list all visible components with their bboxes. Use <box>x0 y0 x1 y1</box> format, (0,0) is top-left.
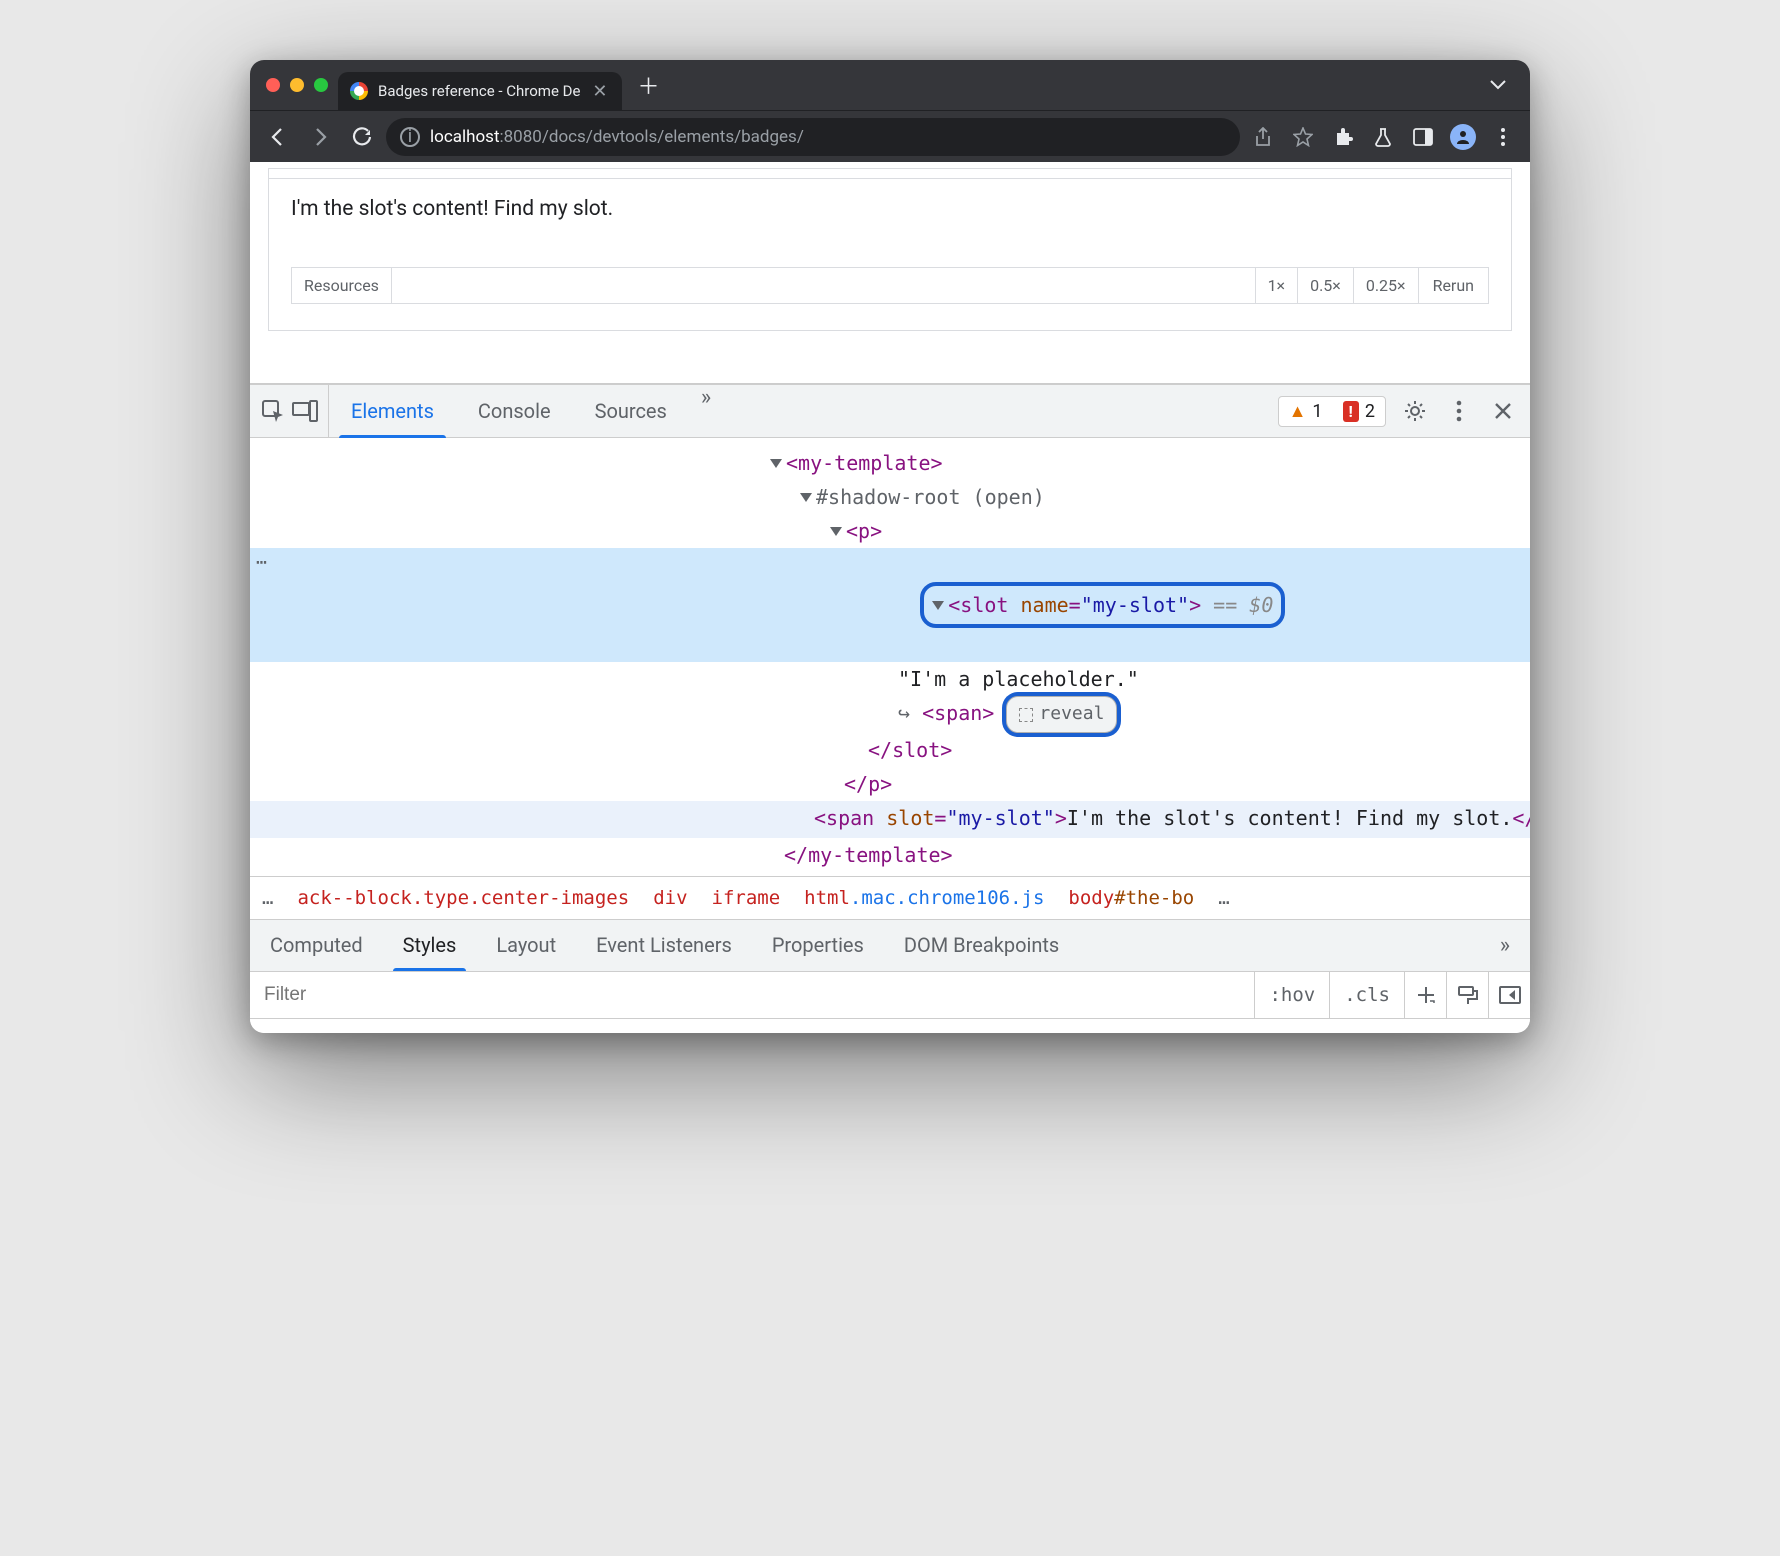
styles-filter-bar: :hov .cls <box>250 971 1530 1019</box>
dom-my-template-close[interactable]: </my-template> <box>784 843 953 867</box>
minimize-window-button[interactable] <box>290 78 304 92</box>
crumb-item[interactable]: html.mac.chrome106.js <box>804 887 1044 909</box>
bookmark-star-icon[interactable] <box>1286 120 1320 154</box>
reveal-badge[interactable]: reveal <box>1006 696 1117 733</box>
reload-button[interactable] <box>344 119 380 155</box>
device-toolbar-icon[interactable] <box>292 398 318 424</box>
browser-window: Badges reference - Chrome De ✕ ＋ i local… <box>250 60 1530 1033</box>
tab-styles[interactable]: Styles <box>383 920 477 971</box>
more-tabs-icon[interactable]: » <box>689 385 723 437</box>
site-info-icon[interactable]: i <box>400 127 420 147</box>
tab-list-dropdown-icon[interactable] <box>1474 80 1522 90</box>
new-tab-button[interactable]: ＋ <box>622 69 676 101</box>
address-bar: i localhost:8080/docs/devtools/elements/… <box>250 110 1530 162</box>
warning-count: 1 <box>1312 401 1322 422</box>
dom-breadcrumbs[interactable]: … ack--block.type.center-images div ifra… <box>250 876 1530 919</box>
tab-event-listeners[interactable]: Event Listeners <box>576 920 752 971</box>
error-square-icon: ! <box>1343 401 1359 422</box>
toggle-sidebar-icon[interactable] <box>1488 972 1530 1018</box>
tab-sources[interactable]: Sources <box>573 385 689 437</box>
devtools-menu-icon[interactable] <box>1444 400 1474 422</box>
demo-footer: Resources 1× 0.5× 0.25× Rerun <box>291 267 1489 304</box>
selected-node-indicator: == $0 <box>1201 593 1273 617</box>
hov-toggle[interactable]: :hov <box>1254 972 1329 1018</box>
close-window-button[interactable] <box>266 78 280 92</box>
resources-button[interactable]: Resources <box>292 268 392 303</box>
crumb-item[interactable]: body#the-bo <box>1068 887 1194 909</box>
zoom-05x-button[interactable]: 0.5× <box>1297 268 1353 303</box>
extensions-puzzle-icon[interactable] <box>1326 120 1360 154</box>
window-controls <box>258 78 338 92</box>
expand-triangle-icon[interactable] <box>770 459 782 468</box>
dom-slot-close[interactable]: </slot> <box>868 738 952 762</box>
back-button[interactable] <box>260 119 296 155</box>
url-host: localhost <box>430 127 500 147</box>
cls-toggle[interactable]: .cls <box>1329 972 1404 1018</box>
inspect-element-icon[interactable] <box>260 398 286 424</box>
dom-tree[interactable]: <my-template> #shadow-root (open) <p> <s… <box>250 438 1530 876</box>
more-styles-tabs-icon[interactable]: » <box>1480 920 1530 971</box>
tab-dom-breakpoints[interactable]: DOM Breakpoints <box>884 920 1079 971</box>
devtools-toolbar: Elements Console Sources » ▲ 1 ! 2 <box>250 384 1530 438</box>
expand-triangle-icon[interactable] <box>800 493 812 502</box>
paint-format-icon[interactable] <box>1446 972 1488 1018</box>
labs-flask-icon[interactable] <box>1366 120 1400 154</box>
close-tab-icon[interactable]: ✕ <box>590 81 609 102</box>
url-path: /docs/devtools/elements/badges/ <box>542 127 804 147</box>
url-input[interactable]: i localhost:8080/docs/devtools/elements/… <box>386 118 1240 156</box>
expand-triangle-icon[interactable] <box>830 527 842 536</box>
dom-placeholder-text[interactable]: "I'm a placeholder." <box>898 667 1139 691</box>
new-style-rule-icon[interactable] <box>1404 972 1446 1018</box>
styles-filter-input[interactable] <box>250 984 1254 1006</box>
chrome-favicon-icon <box>350 82 368 100</box>
reveal-badge-icon <box>1019 708 1033 722</box>
settings-gear-icon[interactable] <box>1400 399 1430 423</box>
dom-p-open[interactable]: <p> <box>846 519 882 543</box>
tab-computed[interactable]: Computed <box>250 920 383 971</box>
issues-badge[interactable]: ▲ 1 ! 2 <box>1278 396 1386 427</box>
browser-tab[interactable]: Badges reference - Chrome De ✕ <box>338 72 622 110</box>
forward-button[interactable] <box>302 119 338 155</box>
crumb-ellipsis-right[interactable]: … <box>1218 887 1229 909</box>
tab-properties[interactable]: Properties <box>752 920 884 971</box>
crumb-item[interactable]: iframe <box>712 887 781 909</box>
crumb-item[interactable]: div <box>653 887 687 909</box>
zoom-1x-button[interactable]: 1× <box>1255 268 1298 303</box>
warning-triangle-icon: ▲ <box>1289 401 1307 422</box>
styles-pane-tabs: Computed Styles Layout Event Listeners P… <box>250 919 1530 971</box>
error-count: 2 <box>1365 401 1375 422</box>
dom-p-close[interactable]: </p> <box>844 772 892 796</box>
dom-span-ref[interactable]: <span> <box>922 701 994 725</box>
fullscreen-window-button[interactable] <box>314 78 328 92</box>
dom-span-slotted[interactable]: <span slot="my-slot">I'm the slot's cont… <box>250 801 1530 838</box>
demo-body-text: I'm the slot's content! Find my slot. <box>269 179 1511 249</box>
rerun-button[interactable]: Rerun <box>1418 268 1488 303</box>
zoom-025x-button[interactable]: 0.25× <box>1353 268 1418 303</box>
tab-console[interactable]: Console <box>456 385 573 437</box>
tab-title: Badges reference - Chrome De <box>378 82 580 100</box>
tab-layout[interactable]: Layout <box>476 920 576 971</box>
chrome-menu-icon[interactable] <box>1486 120 1520 154</box>
highlighted-slot-ring: <slot name="my-slot"> == $0 <box>920 582 1285 628</box>
dom-my-template-open[interactable]: <my-template> <box>786 451 943 475</box>
page-viewport: I'm the slot's content! Find my slot. Re… <box>250 168 1530 384</box>
expand-triangle-icon[interactable] <box>932 601 944 610</box>
close-devtools-icon[interactable] <box>1488 402 1518 420</box>
url-port: :8080 <box>500 127 542 147</box>
tab-bar: Badges reference - Chrome De ✕ ＋ <box>250 60 1530 110</box>
crumb-item[interactable]: ack--block.type.center-images <box>297 887 629 909</box>
profile-avatar-icon[interactable] <box>1446 120 1480 154</box>
crumb-ellipsis-left[interactable]: … <box>262 887 273 909</box>
tab-elements[interactable]: Elements <box>329 385 456 437</box>
share-icon[interactable] <box>1246 120 1280 154</box>
side-panel-icon[interactable] <box>1406 120 1440 154</box>
dom-shadow-root[interactable]: #shadow-root (open) <box>816 485 1045 509</box>
demo-frame: I'm the slot's content! Find my slot. Re… <box>268 168 1512 331</box>
